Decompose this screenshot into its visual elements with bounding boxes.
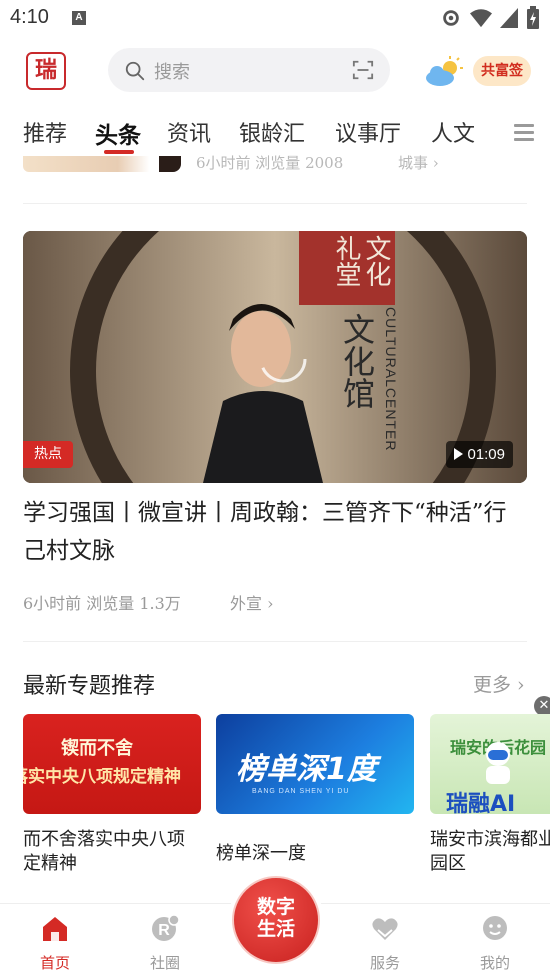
scan-icon[interactable] [352,59,374,81]
topic-label: 瑞安市滨海都业园区 [430,829,550,874]
topic-image: 榜单深1度 BANG DAN SHEN YI DU [216,714,414,814]
topic-card[interactable]: 瑞安的后花园 瑞融AI 瑞安市滨海都业园区 [430,714,550,876]
status-icons [440,6,540,30]
app-logo[interactable]: 瑞 [26,52,66,90]
play-icon [454,448,464,460]
search-placeholder: 搜索 [154,62,190,83]
close-icon[interactable]: ✕ [534,696,550,716]
divider [23,203,527,204]
digital-life-logo: 数字 生活 [232,876,320,964]
nav-profile[interactable]: 我的 [460,914,530,973]
home-icon [43,917,67,941]
section-title: 最新专题推荐 [23,674,156,699]
video-caption-text: 文化礼堂 [331,235,391,287]
prev-article-meta: 6小时前 浏览量 2008 [196,154,344,172]
nav-community[interactable]: R 社圈 [130,914,200,973]
active-tab-indicator [104,150,134,154]
more-link[interactable]: 更多 › [473,670,525,697]
digital-life-text: 数字 [256,896,295,918]
tab-culture[interactable]: 人文 [431,116,475,148]
search-bar[interactable]: 搜索 [108,48,390,92]
topic-image-text: 落实中央八项规定精神 [23,767,181,787]
common-prosperity-badge[interactable]: 共富签 [473,56,531,86]
tab-news[interactable]: 资讯 [167,116,211,148]
menu-icon[interactable] [514,124,534,142]
search-icon [125,61,145,81]
prev-article-source[interactable]: 城事 › [398,152,439,173]
topic-image: 瑞安的后花园 瑞融AI [430,714,550,814]
prev-article-thumbnail[interactable] [23,156,181,172]
battery-icon [527,6,539,29]
article-title[interactable]: 学习强国丨微宣讲丨周政翰：三管齐下“种活”行己村文脉 [23,494,523,570]
nav-label: 社圈 [149,954,180,972]
robot-icon [486,742,510,784]
heart-hands-icon [372,918,398,940]
topic-image: 锲而不舍 落实中央八项规定精神 [23,714,201,814]
topic-label: 而不舍落实中央八项定精神 [23,829,185,874]
nav-label: 首页 [39,954,70,972]
settings-icon [443,10,459,26]
nav-label: 我的 [479,954,510,972]
video-duration: 01:09 [446,441,513,468]
wifi-icon [470,9,492,28]
signal-icon [500,8,518,28]
nav-label: 服务 [369,954,400,972]
digital-life-button[interactable]: 数字 生活 [228,872,324,968]
hot-badge: 热点 [23,441,73,468]
nav-service[interactable]: 服务 [350,914,420,973]
weather-icon[interactable] [424,56,464,88]
topic-image-text: 瑞融AI [446,792,516,814]
profile-icon [483,916,507,940]
topic-image-text: 锲而不舍 [61,738,133,759]
tab-recommend[interactable]: 推荐 [23,116,67,148]
digital-life-text: 生活 [256,918,295,940]
article-meta: 6小时前 浏览量 1.3万 [23,594,181,613]
topic-card[interactable]: 锲而不舍 落实中央八项规定精神 而不舍落实中央八项定精神 [23,714,201,876]
topic-label: 榜单深一度 [216,843,306,864]
article-source[interactable]: 外宣 › [230,590,274,614]
notification-icon: A [72,11,86,25]
community-icon: R [152,914,180,941]
video-caption-text: CULTURALCENTER [383,307,399,452]
nav-home[interactable]: 首页 [20,914,90,973]
tab-headlines[interactable]: 头条 [95,116,141,150]
topic-image-text: BANG DAN SHEN YI DU [252,788,350,795]
topic-card[interactable]: 榜单深1度 BANG DAN SHEN YI DU 榜单深一度 [216,714,414,866]
tab-council[interactable]: 议事厅 [335,116,401,148]
category-tabs: 推荐 头条 资讯 银龄汇 议事厅 人文 [0,110,550,156]
topic-image-text: 榜单深1度 [236,752,377,787]
tab-senior[interactable]: 银龄汇 [239,116,305,148]
divider [23,641,527,642]
video-thumbnail[interactable]: 文化礼堂 文化馆 CULTURALCENTER 热点 01:09 [23,231,527,483]
svg-text:R: R [158,922,170,939]
video-caption-text: 文化馆 [338,313,376,409]
status-bar: 4:10 A [0,0,550,38]
status-time: 4:10 [10,6,49,28]
